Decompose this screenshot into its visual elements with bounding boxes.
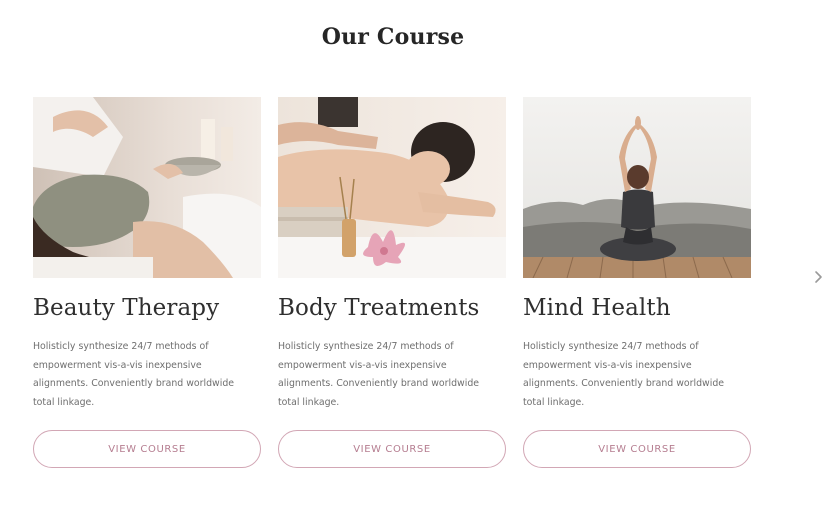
course-title: Beauty Therapy (33, 295, 220, 321)
course-image-mind-health[interactable] (523, 97, 751, 278)
section-title: Our Course (321, 24, 465, 50)
course-image-body-treatments[interactable] (278, 97, 506, 278)
course-description: Holisticly synthesize 24/7 methods of em… (33, 341, 235, 408)
course-card-beauty-therapy: Beauty Therapy Holisticly synthesize 24/… (33, 97, 261, 468)
our-course-section: Our Course Beauty Therapy Holisticly syn… (0, 0, 836, 507)
course-title: Body Treatments (278, 295, 480, 321)
yoga-photo (523, 97, 751, 278)
view-course-button[interactable]: VIEW COURSE (278, 430, 506, 468)
course-card-mind-health: Mind Health Holisticly synthesize 24/7 m… (523, 97, 751, 468)
view-course-button[interactable]: VIEW COURSE (523, 430, 751, 468)
course-description: Holisticly synthesize 24/7 methods of em… (523, 341, 725, 408)
view-course-button[interactable]: VIEW COURSE (33, 430, 261, 468)
facial-mask-photo (33, 97, 261, 278)
course-description: Holisticly synthesize 24/7 methods of em… (278, 341, 480, 408)
chevron-right-icon (815, 271, 822, 283)
course-image-beauty-therapy[interactable] (33, 97, 261, 278)
massage-photo (278, 97, 506, 278)
course-title: Mind Health (523, 295, 671, 321)
carousel-next-button[interactable] (812, 267, 826, 287)
course-card-body-treatments: Body Treatments Holisticly synthesize 24… (278, 97, 506, 468)
